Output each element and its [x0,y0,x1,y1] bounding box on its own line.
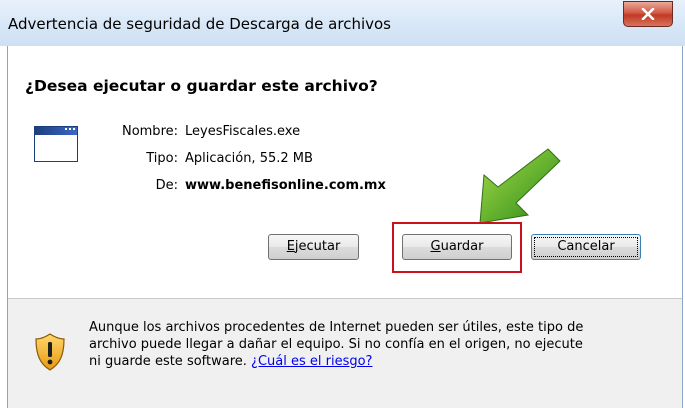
save-button[interactable]: Guardar [402,234,512,260]
run-label: jecutar [294,239,341,254]
cancel-button[interactable]: Cancelar [531,234,641,260]
close-icon [641,8,655,20]
from-label: De: [155,178,178,193]
type-label: Tipo: [146,151,178,166]
window-title: Advertencia de seguridad de Descarga de … [8,15,391,33]
focus-rect [534,237,638,257]
risk-link[interactable]: ¿Cuál es el riesgo? [251,354,372,369]
warning-message: Aunque los archivos procedentes de Inter… [89,319,589,370]
name-value: LeyesFiscales.exe [185,124,301,139]
run-accel: E [286,239,295,254]
run-button[interactable]: Ejecutar [268,234,359,260]
save-accel: G [430,239,441,254]
shield-warning-icon [35,333,65,371]
save-label: uardar [440,239,484,254]
application-window-icon [34,126,78,162]
from-value: www.benefisonline.com.mx [185,178,386,193]
close-button[interactable] [623,1,673,27]
type-value: Aplicación, 55.2 MB [185,151,313,166]
title-bar: Advertencia de seguridad de Descarga de … [0,0,685,46]
green-arrow-icon [479,148,561,224]
name-label: Nombre: [121,124,178,139]
dialog-question: ¿Desea ejecutar o guardar este archivo? [25,77,378,95]
